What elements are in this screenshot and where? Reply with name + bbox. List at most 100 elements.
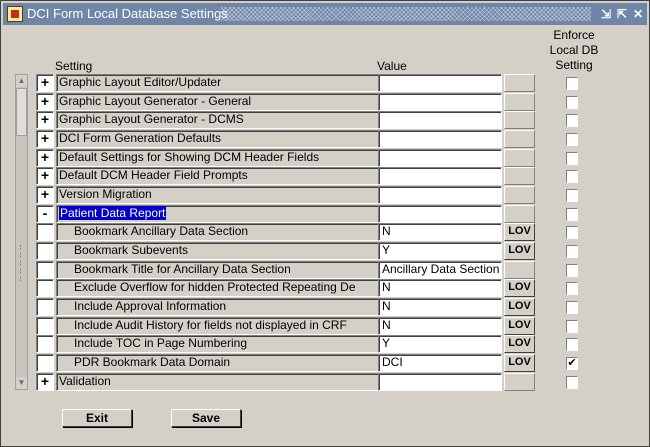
lov-button[interactable] [504, 205, 535, 223]
value-field[interactable] [378, 130, 502, 148]
setting-label[interactable]: Validation [56, 373, 411, 391]
setting-label[interactable]: Default DCM Header Field Prompts [56, 167, 411, 185]
setting-label[interactable]: Exclude Overflow for hidden Protected Re… [56, 279, 411, 297]
setting-label[interactable]: Bookmark Title for Ancillary Data Sectio… [56, 261, 411, 279]
enforce-checkbox[interactable] [566, 208, 578, 221]
enforce-checkbox[interactable]: ✔ [566, 357, 578, 370]
expand-toggle[interactable] [36, 335, 54, 353]
lov-button[interactable]: LOV [504, 354, 535, 372]
setting-label[interactable]: Include TOC in Page Numbering [56, 335, 411, 353]
setting-label[interactable]: Patient Data Report [56, 205, 411, 223]
expand-toggle[interactable] [36, 223, 54, 241]
enforce-checkbox[interactable] [566, 245, 578, 258]
close-icon[interactable]: ✕ [630, 6, 646, 22]
value-field[interactable] [378, 373, 502, 391]
setting-label[interactable]: DCI Form Generation Defaults [56, 130, 411, 148]
expand-toggle[interactable] [36, 298, 54, 316]
lov-button[interactable] [504, 373, 535, 391]
enforce-checkbox[interactable] [566, 338, 578, 351]
value-field[interactable]: Y [378, 242, 502, 260]
enforce-checkbox[interactable] [566, 152, 578, 165]
selected-setting-label[interactable]: Patient Data Report [59, 206, 167, 220]
setting-label[interactable]: Bookmark Subevents [56, 242, 411, 260]
enforce-checkbox[interactable] [566, 77, 578, 90]
enforce-checkbox[interactable] [566, 133, 578, 146]
vertical-scrollbar[interactable]: ▲ ▼ [15, 74, 28, 390]
lov-button[interactable] [504, 93, 535, 111]
lov-button[interactable]: LOV [504, 242, 535, 260]
setting-label[interactable]: Graphic Layout Editor/Updater [56, 74, 411, 92]
value-field[interactable]: N [378, 317, 502, 335]
setting-label[interactable]: Include Audit History for fields not dis… [56, 317, 411, 335]
value-field[interactable]: N [378, 223, 502, 241]
setting-label[interactable]: Include Approval Information [56, 298, 411, 316]
lov-button[interactable]: LOV [504, 298, 535, 316]
lov-button[interactable]: LOV [504, 335, 535, 353]
value-field[interactable] [378, 74, 502, 92]
expand-toggle[interactable] [36, 261, 54, 279]
value-field[interactable]: N [378, 279, 502, 297]
value-field[interactable]: DCI [378, 354, 502, 372]
enforce-checkbox[interactable] [566, 282, 578, 295]
exit-button[interactable]: Exit [62, 409, 132, 427]
setting-label[interactable]: Default Settings for Showing DCM Header … [56, 149, 411, 167]
setting-row: + Default DCM Header Field Prompts [36, 167, 596, 185]
lov-button[interactable] [504, 130, 535, 148]
title-bar[interactable]: DCI Form Local Database Settings ⇲ ⇱ ✕ [3, 3, 647, 25]
enforce-checkbox[interactable] [566, 264, 578, 277]
lov-button[interactable] [504, 167, 535, 185]
expand-toggle[interactable]: + [36, 149, 54, 167]
value-field[interactable] [378, 205, 502, 223]
enforce-checkbox[interactable] [566, 226, 578, 239]
lov-button[interactable] [504, 149, 535, 167]
setting-label[interactable]: Graphic Layout Generator - DCMS [56, 111, 411, 129]
lov-button[interactable] [504, 261, 535, 279]
lov-button[interactable] [504, 186, 535, 204]
expand-toggle[interactable]: + [36, 186, 54, 204]
expand-toggle[interactable]: + [36, 74, 54, 92]
value-field[interactable] [378, 111, 502, 129]
setting-label[interactable]: Graphic Layout Generator - General [56, 93, 411, 111]
lov-button[interactable] [504, 111, 535, 129]
setting-row: Bookmark Ancillary Data Section N LOV [36, 223, 596, 241]
enforce-checkbox[interactable] [566, 376, 578, 389]
minimize-icon[interactable]: ⇲ [598, 6, 614, 22]
lov-button[interactable]: LOV [504, 279, 535, 297]
setting-row: + Graphic Layout Generator - General [36, 93, 596, 111]
enforce-checkbox[interactable] [566, 170, 578, 183]
collapse-toggle[interactable]: - [36, 205, 54, 223]
save-button[interactable]: Save [171, 409, 241, 427]
value-field[interactable] [378, 186, 502, 204]
lov-button[interactable]: LOV [504, 317, 535, 335]
enforce-checkbox[interactable] [566, 189, 578, 202]
lov-button[interactable] [504, 74, 535, 92]
maximize-icon[interactable]: ⇱ [614, 6, 630, 22]
enforce-checkbox[interactable] [566, 301, 578, 314]
value-field[interactable]: Ancillary Data Section [378, 261, 502, 279]
expand-toggle[interactable]: + [36, 111, 54, 129]
enforce-checkbox[interactable] [566, 96, 578, 109]
scroll-thumb[interactable] [16, 88, 27, 136]
expand-toggle[interactable]: + [36, 93, 54, 111]
value-field[interactable] [378, 149, 502, 167]
setting-label[interactable]: PDR Bookmark Data Domain [56, 354, 411, 372]
setting-label[interactable]: Bookmark Ancillary Data Section [56, 223, 411, 241]
value-field[interactable] [378, 93, 502, 111]
value-field[interactable]: Y [378, 335, 502, 353]
setting-label[interactable]: Version Migration [56, 186, 411, 204]
scroll-down-icon[interactable]: ▼ [16, 377, 27, 389]
expand-toggle[interactable] [36, 317, 54, 335]
value-field[interactable] [378, 167, 502, 185]
value-field[interactable]: N [378, 298, 502, 316]
expand-toggle[interactable]: + [36, 167, 54, 185]
expand-toggle[interactable]: + [36, 130, 54, 148]
expand-toggle[interactable]: + [36, 373, 54, 391]
scroll-up-icon[interactable]: ▲ [16, 75, 27, 87]
expand-toggle[interactable] [36, 354, 54, 372]
lov-button[interactable]: LOV [504, 223, 535, 241]
expand-toggle[interactable] [36, 242, 54, 260]
expand-toggle[interactable] [36, 279, 54, 297]
value-column-header: Value [377, 59, 407, 73]
enforce-checkbox[interactable] [566, 320, 578, 333]
enforce-checkbox[interactable] [566, 114, 578, 127]
